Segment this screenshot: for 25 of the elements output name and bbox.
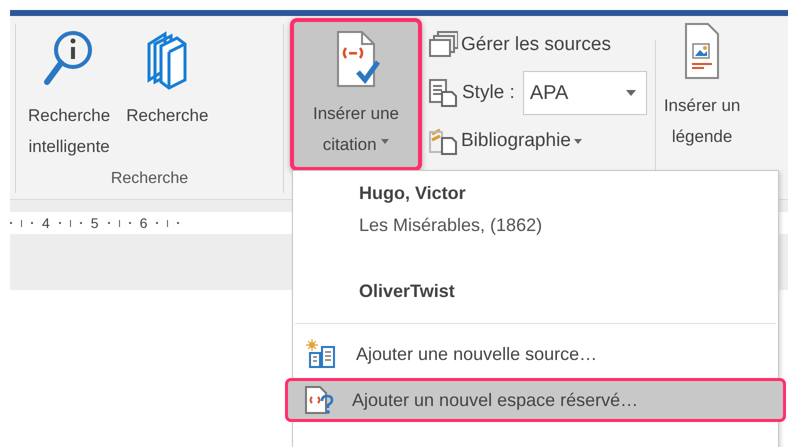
document-list-icon (428, 78, 458, 108)
group-label: Recherche (110, 169, 190, 189)
menu-item[interactable]: Ajouter une nouvelle source… (293, 332, 778, 376)
insert-citation-button[interactable]: Insérer une citation (290, 18, 422, 171)
style-dropdown[interactable]: APA (522, 71, 647, 115)
ruler-number: 4 (42, 214, 50, 232)
document-question-icon (302, 385, 334, 415)
bibliography-icon (428, 126, 458, 156)
bibliography-button[interactable]: Bibliographie (428, 120, 647, 162)
ruler-number: 6 (140, 214, 148, 232)
caret-icon (626, 90, 636, 96)
menu-item[interactable]: Ajouter un nouvel espace réservé… (285, 378, 786, 422)
style-label: Style : (462, 80, 515, 105)
new-source-icon (306, 339, 338, 369)
source-author[interactable]: Hugo, Victor (359, 179, 778, 207)
manage-sources-button[interactable]: Gérer les sources (428, 24, 647, 66)
research-button[interactable]: Recherche (114, 24, 212, 167)
caret-icon (381, 139, 390, 144)
source-author[interactable]: OliverTwist (359, 277, 778, 305)
caret-icon (574, 138, 582, 144)
source-title: Les Misérables, (1862) (359, 214, 544, 237)
ruler-number: 5 (90, 214, 99, 232)
smart-lookup-button[interactable]: Recherche intelligente (16, 24, 114, 167)
books-icon (145, 30, 190, 92)
stacked-pages-icon (428, 30, 458, 60)
